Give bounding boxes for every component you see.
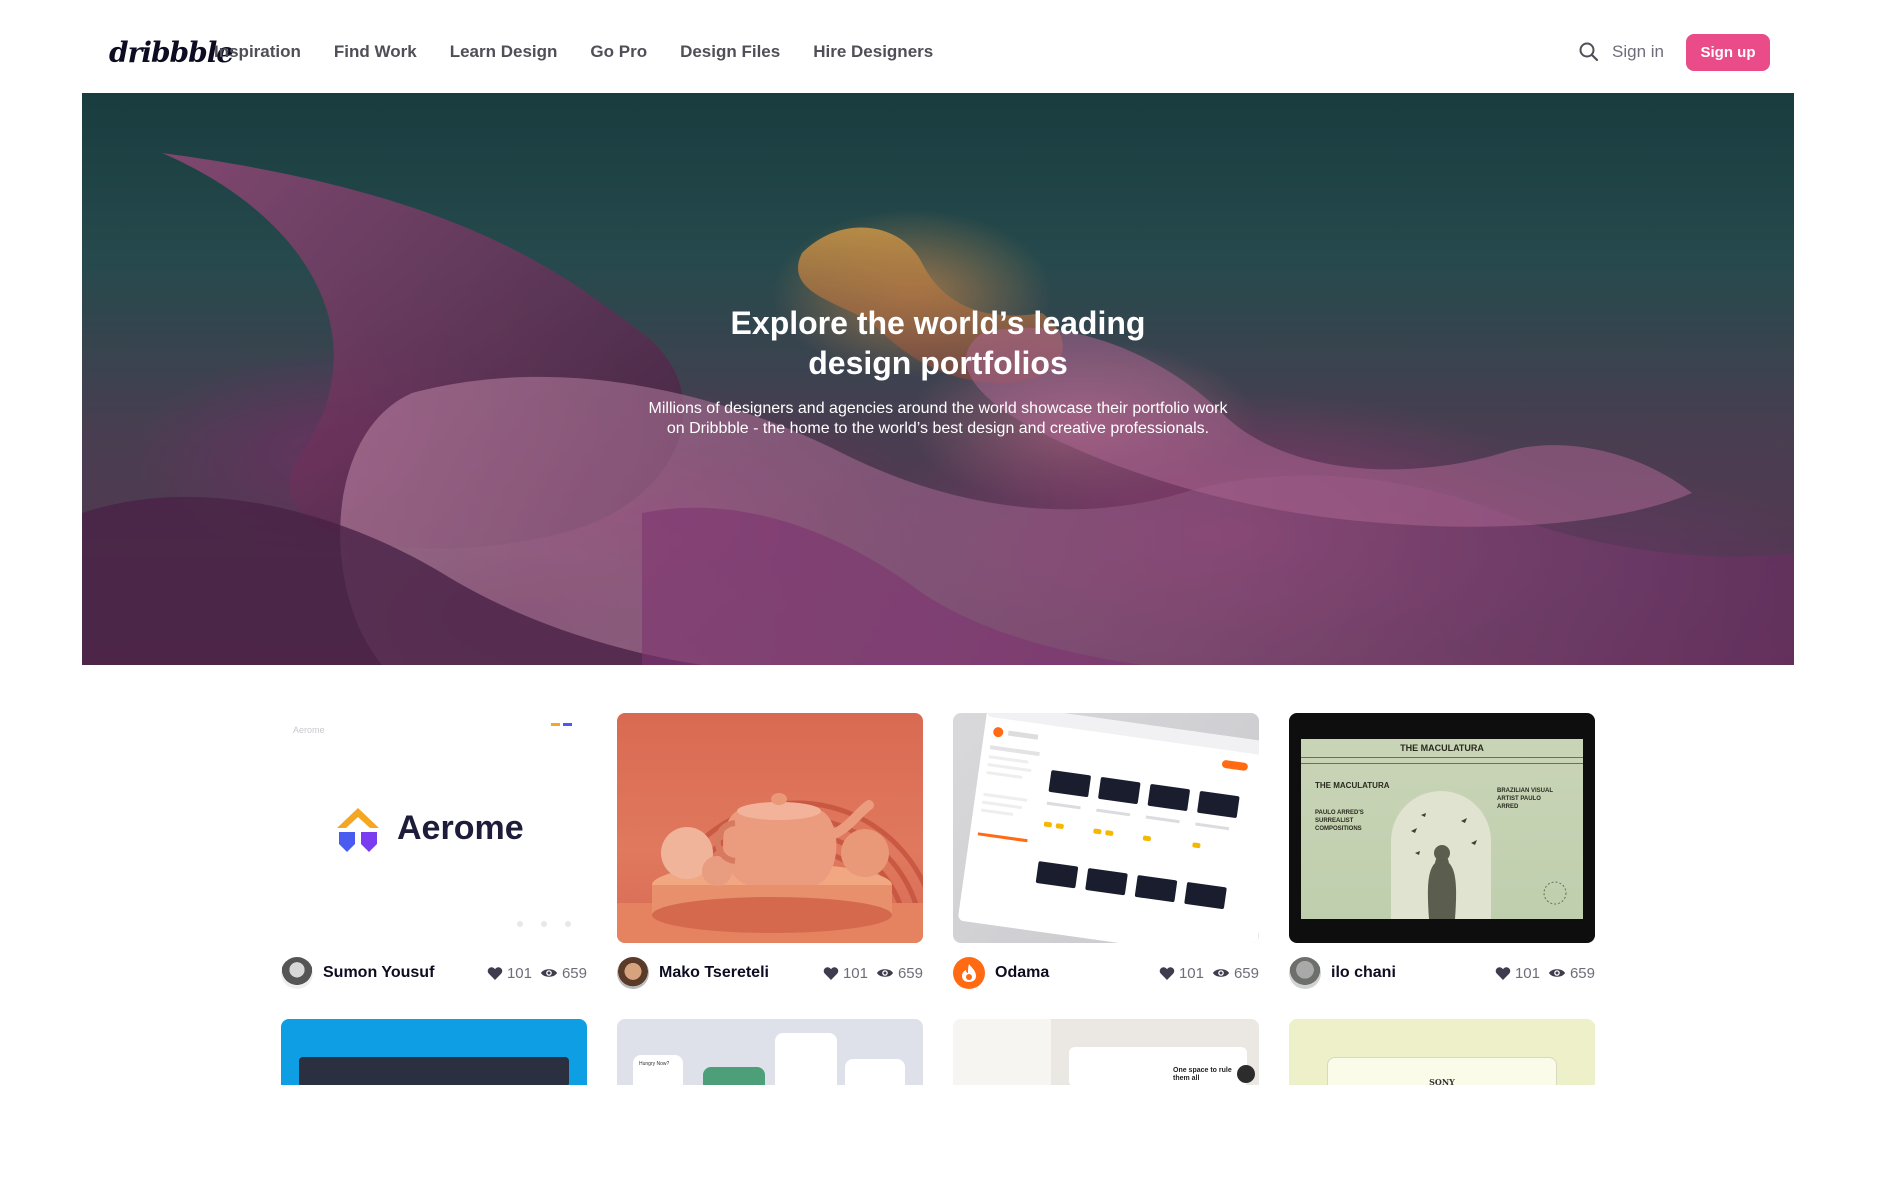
poster-left-text: PAULO ARRED'S SURREALIST COMPOSITIONS (1315, 810, 1364, 832)
decor-dot (517, 921, 523, 927)
phone-card: Hungry Now? (633, 1055, 683, 1085)
shot-stats: 101 659 (1159, 965, 1259, 982)
shot-meta: Sumon Yousuf 101 659 (281, 957, 587, 989)
hero-subtitle-line-1: Millions of designers and agencies aroun… (648, 400, 1228, 417)
poster-figure-art (1391, 791, 1491, 919)
avatar[interactable] (281, 957, 313, 989)
search-icon[interactable] (1578, 41, 1600, 63)
decor-dot (541, 921, 547, 927)
avatar[interactable] (617, 957, 649, 989)
poster-rule (1301, 757, 1583, 758)
hero-title: Explore the world’s leading design portf… (82, 303, 1794, 383)
sign-up-button[interactable]: Sign up (1686, 34, 1770, 71)
shot-thumbnail-maculatura[interactable]: THE MACULATURA THE MACULATURA PAULO ARRE… (1289, 713, 1595, 943)
like-count: 101 (842, 964, 868, 982)
like-count: 101 (1514, 964, 1540, 982)
sign-in-link[interactable]: Sign in (1612, 42, 1664, 62)
view-count: 659 (1569, 964, 1595, 982)
shot-thumbnail-workspace[interactable]: One space to rule them all (953, 1019, 1259, 1085)
view-count: 659 (1233, 964, 1259, 982)
sony-wordmark: SONY (1429, 1077, 1455, 1085)
phone-card-green (703, 1067, 765, 1085)
nav-go-pro[interactable]: Go Pro (590, 42, 647, 62)
heart-icon[interactable] (1495, 966, 1511, 981)
decor-dash (563, 723, 572, 726)
flame-icon (962, 964, 976, 982)
heart-icon[interactable] (487, 966, 503, 981)
aerome-wordmark: Aerome (397, 809, 524, 847)
hero-subtitle-line-2: on Dribbble - the home to the world’s be… (666, 420, 1210, 437)
shot-stats: 101 659 (823, 965, 923, 982)
aerome-logo-icon (337, 808, 379, 852)
eye-icon (876, 969, 893, 977)
main-nav: Inspiration Find Work Learn Design Go Pr… (214, 42, 933, 62)
shot-thumbnail-dashboard[interactable] (281, 1019, 587, 1085)
shot-thumbnail-odama[interactable] (953, 713, 1259, 943)
eye-icon (1212, 969, 1229, 977)
poster-side-text: BRAZILIAN VISUAL ARTIST PAULO ARRED (1497, 788, 1553, 810)
nav-learn-design[interactable]: Learn Design (450, 42, 558, 62)
avatar[interactable] (1289, 957, 1321, 989)
shot-meta: Mako Tsereteli 101 659 (617, 957, 923, 989)
avatar[interactable] (953, 957, 985, 989)
decor-dot (565, 921, 571, 927)
shot-thumbnail-aerome[interactable]: Aerome Aerome (281, 713, 587, 943)
small-brand-label: Aerome (293, 725, 325, 735)
nav-design-files[interactable]: Design Files (680, 42, 780, 62)
poster-heading: THE MACULATURA (1315, 781, 1390, 790)
like-count: 101 (506, 964, 532, 982)
top-navbar: dribbble Inspiration Find Work Learn Des… (0, 0, 1878, 93)
phone-card (845, 1059, 905, 1085)
poster-canvas: THE MACULATURA THE MACULATURA PAULO ARRE… (1301, 739, 1583, 919)
shot-thumbnail-food-app[interactable]: Hungry Now? (617, 1019, 923, 1085)
eye-icon (1548, 969, 1565, 977)
shot-meta: ilo chani 101 659 (1289, 957, 1595, 989)
shot-thumbnail-teapot[interactable] (617, 713, 923, 943)
hero-subtitle: Millions of designers and agencies aroun… (82, 399, 1794, 439)
view-count: 659 (897, 964, 923, 982)
phone-screen (775, 1033, 837, 1085)
dark-app-window (299, 1057, 569, 1085)
decor-dash (551, 723, 560, 726)
ecommerce-ui-mockup (958, 713, 1259, 943)
author-name[interactable]: ilo chani (1331, 964, 1396, 982)
shot-meta: Odama 101 659 (953, 957, 1259, 989)
view-count: 659 (561, 964, 587, 982)
hero-title-line-2: design portfolios (808, 345, 1068, 381)
nav-inspiration[interactable]: Inspiration (214, 42, 301, 62)
heart-icon[interactable] (823, 966, 839, 981)
teapot-illustration (617, 793, 923, 943)
author-name[interactable]: Odama (995, 964, 1049, 982)
shot-stats: 101 659 (1495, 965, 1595, 982)
circle-button (1237, 1065, 1255, 1083)
poster-top-title: THE MACULATURA (1400, 743, 1484, 753)
eye-icon (540, 969, 557, 977)
sidebar-panel (953, 1019, 1051, 1085)
poster-rule (1301, 763, 1583, 764)
panel-heading: One space to rule them all (1173, 1067, 1232, 1082)
shot-thumbnail-sony[interactable]: SONY (1289, 1019, 1595, 1085)
nav-hire-designers[interactable]: Hire Designers (813, 42, 933, 62)
author-name[interactable]: Mako Tsereteli (659, 964, 769, 982)
poster-seal (1543, 881, 1567, 905)
like-count: 101 (1178, 964, 1204, 982)
heart-icon[interactable] (1159, 966, 1175, 981)
nav-find-work[interactable]: Find Work (334, 42, 417, 62)
hero-banner: Explore the world’s leading design portf… (82, 93, 1794, 665)
hero-title-line-1: Explore the world’s leading (730, 305, 1146, 341)
shot-stats: 101 659 (487, 965, 587, 982)
author-name[interactable]: Sumon Yousuf (323, 964, 434, 982)
